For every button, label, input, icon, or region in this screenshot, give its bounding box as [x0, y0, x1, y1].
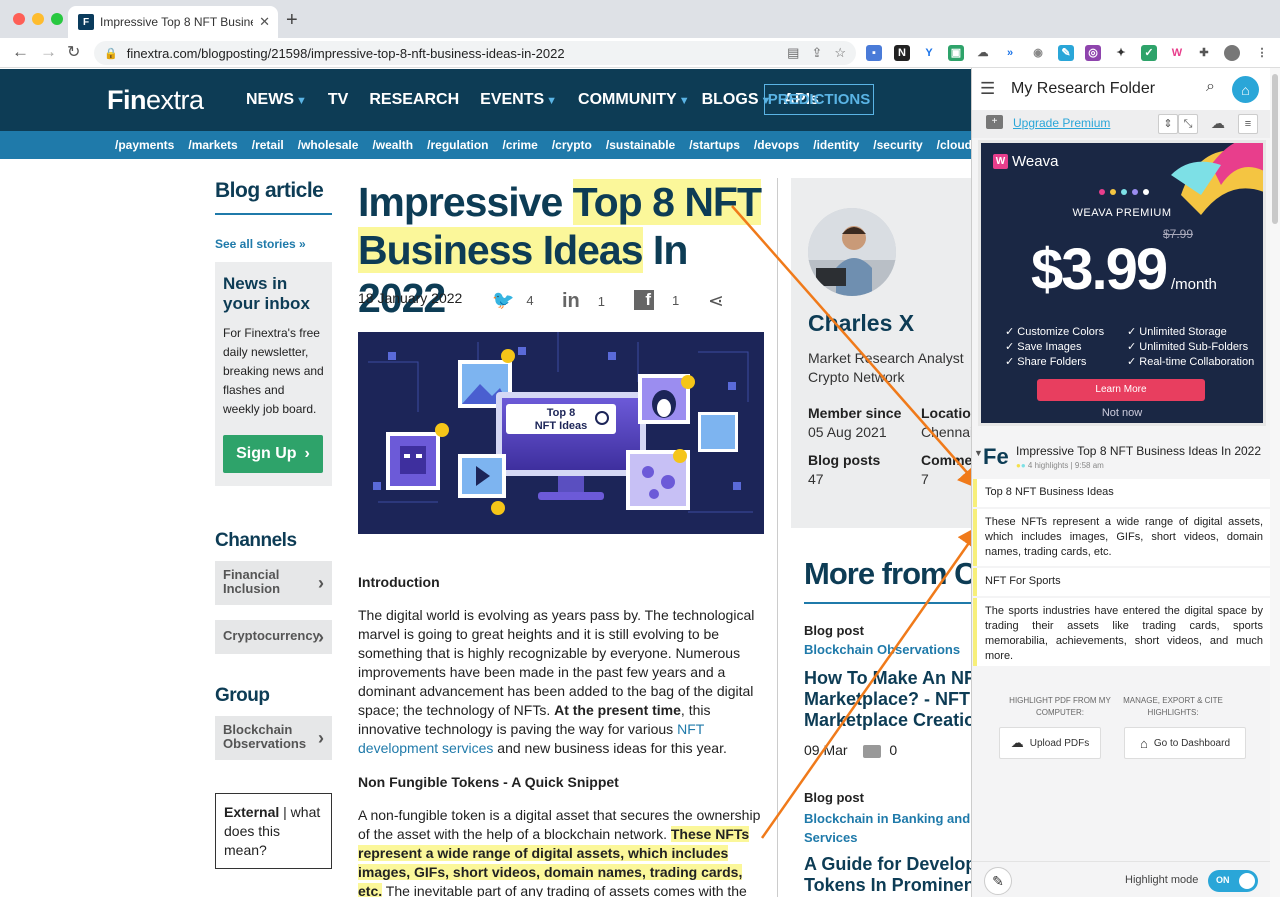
premium-ad: W Weava WEAVA PREMIUM $7.99 $3.99 /month… [978, 140, 1266, 426]
check-icon: ✓ [1127, 356, 1140, 368]
document-meta: ●● 4 highlights | 9:58 am [1016, 461, 1104, 470]
feature: Share Folders [1017, 356, 1087, 368]
highlight-pdf-label: HIGHLIGHT PDF FROM MY COMPUTER: [1009, 696, 1111, 717]
collapse-arrow-icon[interactable]: ▼ [974, 448, 983, 458]
weava-brand: W Weava [993, 153, 1058, 170]
ad-color-dots [1099, 189, 1149, 195]
toggle-label: ON [1216, 875, 1230, 885]
highlight-item[interactable]: NFT For Sports [973, 568, 1271, 596]
document-title: Impressive Top 8 NFT Business Ideas In 2… [1016, 444, 1262, 458]
premium-label: WEAVA PREMIUM [1072, 207, 1172, 219]
premium-price: $3.99 [1031, 237, 1168, 302]
highlight-mode-label: Highlight mode [1125, 874, 1199, 886]
feature: Unlimited Storage [1139, 326, 1227, 338]
highlight-mode-toggle[interactable]: ON [1208, 870, 1258, 892]
old-price: $7.99 [1163, 227, 1194, 241]
title-highlight-arrow [731, 205, 983, 491]
highlight-item[interactable]: Top 8 NFT Business Ideas [973, 479, 1271, 507]
check-icon: ✓ [1005, 341, 1018, 353]
finextra-favicon-icon: Fe [983, 444, 1009, 469]
button-label: Go to Dashboard [1153, 737, 1231, 749]
weava-logo-icon: W [993, 154, 1008, 169]
check-icon: ✓ [1005, 356, 1018, 368]
scrollbar-thumb[interactable] [1272, 74, 1278, 224]
expand-icon[interactable]: ⇕ [1158, 114, 1178, 134]
check-icon: ✓ [1127, 341, 1140, 353]
price-period: /month [1171, 276, 1217, 293]
highlight-item[interactable]: The sports industries have entered the d… [973, 598, 1271, 666]
highlight-item[interactable]: These NFTs represent a wide range of dig… [973, 509, 1271, 566]
cloud-upload-icon[interactable]: ☁ [1208, 114, 1228, 134]
learn-more-button[interactable]: Learn More [1037, 379, 1205, 401]
hamburger-menu-icon[interactable]: ☰ [980, 79, 995, 99]
not-now-link[interactable]: Not now [981, 407, 1263, 419]
upload-pdfs-button[interactable]: ☁ Upload PDFs [999, 727, 1101, 759]
feature: Unlimited Sub-Folders [1139, 341, 1249, 353]
panel-footer: ✎ Highlight mode ON [972, 861, 1272, 897]
paragraph-highlight-arrow [760, 523, 983, 839]
highlighted-document[interactable]: ▼ Fe Impressive Top 8 NFT Business Ideas… [974, 442, 1270, 476]
upgrade-premium-link[interactable]: Upgrade Premium [1013, 116, 1110, 130]
brand-name: Weava [1012, 153, 1059, 170]
cloud-upload-icon: ☁ [1010, 735, 1024, 750]
feature: Save Images [1017, 341, 1082, 353]
feature-list-right: ✓ Unlimited Storage ✓ Unlimited Sub-Fold… [1127, 325, 1254, 370]
highlight-count: 4 highlights | 9:58 am [1027, 461, 1104, 470]
feature: Real-time Collaboration [1139, 356, 1255, 368]
go-to-dashboard-button[interactable]: ⌂ Go to Dashboard [1124, 727, 1246, 759]
page-scrollbar[interactable] [1270, 68, 1280, 897]
feature: Customize Colors [1017, 326, 1105, 338]
feature-list-left: ✓ Customize Colors ✓ Save Images ✓ Share… [1005, 325, 1104, 370]
weava-research-panel: ☰ My Research Folder ⌕ ⌂ + Upgrade Premi… [971, 68, 1280, 897]
panel-toolbar: + Upgrade Premium ⇕ ⤡ ☁ ≡ [972, 110, 1272, 138]
highlighter-pen-icon[interactable]: ✎ [984, 867, 1012, 895]
sort-icon[interactable]: ≡ [1238, 114, 1258, 134]
check-icon: ✓ [1005, 326, 1018, 338]
button-label: Upload PDFs [1029, 737, 1090, 749]
manage-highlights-label: MANAGE, EXPORT & CITE HIGHLIGHTS: [1123, 696, 1223, 717]
panel-header: ☰ My Research Folder ⌕ ⌂ [972, 68, 1280, 110]
toggle-knob [1239, 873, 1255, 889]
home-icon[interactable]: ⌂ [1232, 76, 1259, 103]
search-icon[interactable]: ⌕ [1206, 78, 1215, 96]
add-folder-icon[interactable]: + [986, 115, 1003, 129]
check-icon: ✓ [1127, 326, 1140, 338]
collapse-icon[interactable]: ⤡ [1178, 114, 1198, 134]
panel-title: My Research Folder [1011, 80, 1156, 97]
home-icon: ⌂ [1139, 735, 1148, 751]
